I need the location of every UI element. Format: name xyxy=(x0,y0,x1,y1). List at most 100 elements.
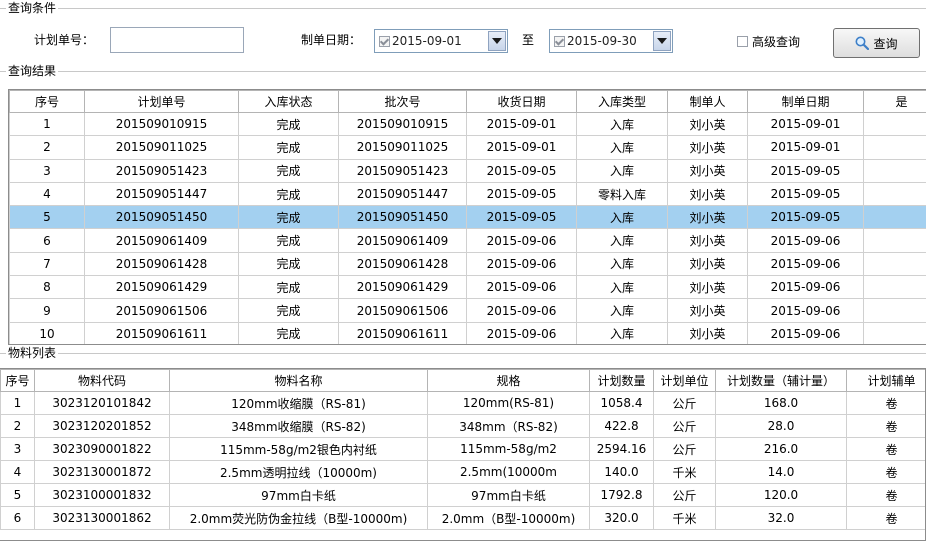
date-label: 制单日期： xyxy=(301,33,362,47)
results-column-header[interactable]: 是 xyxy=(863,90,926,113)
table-cell: 完成 xyxy=(238,158,339,183)
results-column-header[interactable]: 收货日期 xyxy=(466,90,577,113)
table-row[interactable]: 5 3023100001832 97mm白卡纸 97mm白卡纸 1792.8 公斤 120.… xyxy=(0,483,925,507)
table-cell: 公斤 xyxy=(653,437,716,461)
table-row[interactable]: 3 3023090001822 115mm-58g/m2银色内衬纸 115mm-58g… xyxy=(0,437,925,461)
query-group-title: 查询条件 xyxy=(6,1,59,15)
results-column-header[interactable]: 制单人 xyxy=(667,90,748,113)
table-cell xyxy=(863,181,926,207)
results-column-header[interactable]: 批次号 xyxy=(338,90,467,113)
table-cell: 201509061506 xyxy=(84,298,239,323)
table-cell xyxy=(863,158,926,183)
table-row[interactable]: 1 3023120101842 120mm收缩膜（RS-81) 120mm(RS-81… xyxy=(0,391,925,415)
table-cell: 201509051423 xyxy=(338,158,467,183)
table-row[interactable]: 3 201509051423 完成 201509051423 2015-09-05 入库刘… xyxy=(9,158,926,183)
table-row[interactable]: 7 201509061428 完成 201509061428 2015-09-06 入库刘… xyxy=(9,251,926,277)
materials-group-title: 物料列表 xyxy=(6,346,59,360)
table-cell: 5 xyxy=(9,205,85,230)
results-column-header[interactable]: 入库状态 xyxy=(238,90,339,113)
date-to-checkbox[interactable] xyxy=(554,35,565,47)
table-row[interactable]: 4 3023130001872 2.5mm透明拉线（10000m) 2.5mm(100… xyxy=(0,460,925,484)
table-cell: 完成 xyxy=(238,205,339,230)
materials-column-header[interactable]: 计划辅单 xyxy=(846,369,925,392)
table-row[interactable]: 1 201509010915 完成 201509010915 2015-09-01 入库刘… xyxy=(9,111,926,137)
table-cell: 完成 xyxy=(238,321,339,344)
materials-header-row: 序号 物料代码 物料名称 规格 计划数量 计划单位 计划数量（辅计量） 计划辅单 xyxy=(0,369,925,392)
table-cell xyxy=(863,228,926,253)
table-cell: 千米 xyxy=(653,506,716,530)
table-cell: 入库 xyxy=(576,298,668,323)
advanced-query-label: 高级查询 xyxy=(752,35,801,49)
table-cell: 201509061611 xyxy=(84,321,239,344)
table-cell xyxy=(863,298,926,323)
table-cell: 28.0 xyxy=(715,414,847,438)
materials-column-header[interactable]: 物料名称 xyxy=(169,369,428,392)
table-row[interactable]: 2 3023120201852 348mm收缩膜（RS-82) 348mm（RS-82… xyxy=(0,414,925,438)
results-column-header[interactable]: 制单日期 xyxy=(747,90,864,113)
materials-column-header[interactable]: 序号 xyxy=(0,369,35,392)
table-cell: 千米 xyxy=(653,460,716,484)
table-row[interactable]: 9 201509061506 完成 201509061506 2015-09-06 入库刘… xyxy=(9,298,926,323)
materials-column-header[interactable]: 计划单位 xyxy=(653,369,716,392)
query-button-label: 查询 xyxy=(873,36,898,51)
table-cell: 97mm白卡纸 xyxy=(169,483,428,507)
table-cell: 入库 xyxy=(576,111,668,137)
materials-column-header[interactable]: 规格 xyxy=(427,369,590,392)
table-cell: 完成 xyxy=(238,111,339,137)
table-row[interactable]: 5 201509051450 完成 201509051450 2015-09-05 入库刘… xyxy=(9,205,926,230)
table-cell: 201509061428 xyxy=(338,251,467,277)
table-cell: 201509010915 xyxy=(84,111,239,137)
table-cell: 3023130001872 xyxy=(34,460,170,484)
materials-column-header[interactable]: 物料代码 xyxy=(34,369,170,392)
table-row[interactable]: 8 201509061429 完成 201509061429 2015-09-06 入库刘… xyxy=(9,275,926,300)
table-cell: 2015-09-06 xyxy=(466,298,577,323)
advanced-query-checkbox[interactable] xyxy=(737,36,748,47)
advanced-query-option[interactable]: 高级查询 xyxy=(737,33,800,50)
table-cell: 348mm（RS-82) xyxy=(427,414,590,438)
table-row[interactable]: 2 201509011025 完成 201509011025 2015-09-01 入库刘… xyxy=(9,135,926,160)
plan-no-input[interactable] xyxy=(110,27,244,53)
table-cell: 2015-09-06 xyxy=(466,321,577,344)
date-from-checkbox[interactable] xyxy=(379,35,390,47)
chevron-down-icon[interactable] xyxy=(488,31,506,51)
materials-column-header[interactable]: 计划数量 xyxy=(589,369,654,392)
date-from-picker[interactable]: 2015-09-01 xyxy=(374,29,508,53)
table-cell: 216.0 xyxy=(715,437,847,461)
table-cell: 2015-09-06 xyxy=(466,275,577,300)
results-column-header[interactable]: 计划单号 xyxy=(84,90,239,113)
date-to-picker[interactable]: 2015-09-30 xyxy=(549,29,673,53)
table-cell: 2.0mm（B型-10000m) xyxy=(427,506,590,530)
table-cell: 2594.16 xyxy=(589,437,654,461)
table-row[interactable]: 6 201509061409 完成 201509061409 2015-09-06 入库刘… xyxy=(9,228,926,253)
table-cell: 2015-09-06 xyxy=(747,298,864,323)
table-cell: 卷 xyxy=(846,414,925,438)
table-row[interactable]: 10 201509061611 完成 201509061611 2015-09-06 入库… xyxy=(9,321,926,344)
table-cell xyxy=(863,111,926,137)
table-cell: 刘小英 xyxy=(667,181,748,207)
table-cell: 1792.8 xyxy=(589,483,654,507)
table-cell: 120mm收缩膜（RS-81) xyxy=(169,391,428,415)
chevron-down-icon[interactable] xyxy=(653,31,671,51)
table-cell xyxy=(863,205,926,230)
materials-grid[interactable]: 序号 物料代码 物料名称 规格 计划数量 计划单位 计划数量（辅计量） 计划辅单 1 30231… xyxy=(0,368,926,541)
table-cell: 201509061429 xyxy=(338,275,467,300)
table-row[interactable]: 6 3023130001862 2.0mm荧光防伪金拉线（B型-10000m) 2.0… xyxy=(0,506,925,530)
table-cell xyxy=(863,321,926,344)
table-row[interactable]: 4 201509051447 完成 201509051447 2015-09-05 零料入… xyxy=(9,181,926,207)
table-cell: 5 xyxy=(0,483,35,507)
table-cell: 6 xyxy=(9,228,85,253)
table-cell: 2015-09-06 xyxy=(466,251,577,277)
materials-table: 序号 物料代码 物料名称 规格 计划数量 计划单位 计划数量（辅计量） 计划辅单 1 30231… xyxy=(0,369,925,530)
table-cell: 完成 xyxy=(238,275,339,300)
table-cell: 2015-09-06 xyxy=(747,251,864,277)
query-button[interactable]: 查询 xyxy=(833,28,920,58)
results-group-border xyxy=(0,71,926,72)
results-column-header[interactable]: 序号 xyxy=(9,90,85,113)
results-column-header[interactable]: 入库类型 xyxy=(576,90,668,113)
results-table: 序号 计划单号 入库状态 批次号 收货日期 入库类型 制单人 制单日期是 1 201509010… xyxy=(9,90,926,344)
materials-column-header[interactable]: 计划数量（辅计量） xyxy=(715,369,847,392)
results-grid[interactable]: 序号 计划单号 入库状态 批次号 收货日期 入库类型 制单人 制单日期是 1 201509010… xyxy=(8,89,926,345)
plan-no-label: 计划单号： xyxy=(34,33,95,47)
table-cell: 2015-09-06 xyxy=(747,321,864,344)
table-cell: 刘小英 xyxy=(667,135,748,160)
